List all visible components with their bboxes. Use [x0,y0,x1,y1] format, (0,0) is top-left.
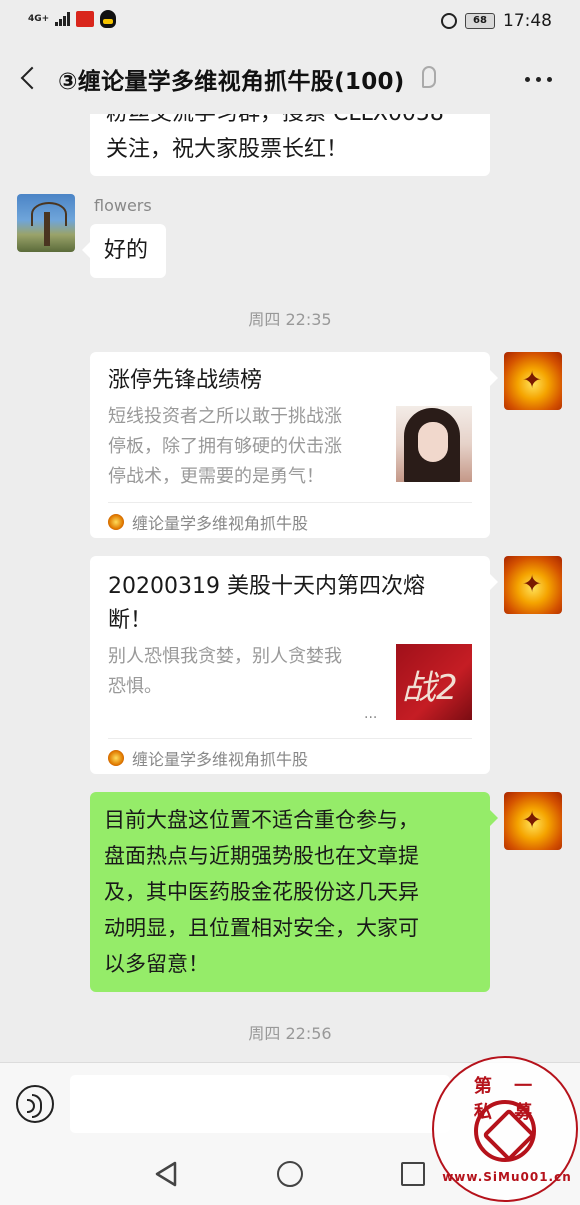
card-description: 别人恐惧我贪婪，别人贪婪我 恐惧。 [108,642,388,702]
account-logo-icon [108,750,124,766]
timestamp: 周四 22:56 [248,1024,332,1043]
bubble-tail [490,370,498,386]
status-left: 4G+ [28,10,117,28]
message-line: 目前大盘这位置不适合重仓参与， [104,808,419,832]
message-bubble[interactable]: 好的 [82,224,166,278]
chat-area[interactable]: 粉丝交流学习群，搜索 CLLX0058 关注，祝大家股票长红！ flowers … [0,114,580,1064]
card-desc-line: 停战术，更需要的是勇气！ [108,466,324,487]
watermark-seal: 第 一 私 募 www.SiMu001.cn [432,1056,578,1202]
voice-input-icon[interactable] [16,1085,54,1123]
card-source: 缠论量学多维视角抓牛股 [108,510,308,534]
card-desc-line: 短线投资者之所以敢于挑战涨 [108,406,342,427]
stock-app-icon [76,11,95,27]
clock: 17:48 [503,11,552,31]
bubble-tail [490,810,498,826]
article-card[interactable]: 20200319 美股十天内第四次熔 断！ 别人恐惧我贪婪，别人贪婪我 恐惧。 … [90,556,498,774]
bubble-tail [82,242,90,258]
earpiece-mode-icon [422,66,436,88]
message-input[interactable] [70,1075,450,1133]
message-line: 动明显，且位置相对安全，大家可 [104,916,419,940]
chat-header: ③缠论量学多维视角抓牛股(100) [0,44,580,114]
avatar-flowers[interactable] [17,194,75,252]
card-desc-line: 恐惧。 [108,676,162,697]
qq-icon [100,10,117,28]
sender-name: flowers [94,196,152,215]
card-source: 缠论量学多维视角抓牛股 [108,746,308,770]
card-ellipsis: ... [364,706,378,722]
message-line: 及，其中医药股金花股份这几天异 [104,880,419,904]
battery-icon: 68 [465,13,495,29]
card-desc-line: 停板，除了拥有够硬的伏击涨 [108,436,342,457]
more-options-icon[interactable] [525,77,552,82]
nav-home-icon[interactable] [277,1161,303,1187]
source-name: 缠论量学多维视角抓牛股 [132,750,309,769]
card-divider [108,738,472,739]
status-bar: 4G+ 68 17:48 [0,0,580,44]
card-divider [108,502,472,503]
signal-icon [55,12,71,26]
nav-recent-apps-icon[interactable] [401,1162,425,1186]
avatar-self[interactable] [504,792,562,850]
nav-back-icon[interactable] [154,1161,178,1187]
source-name: 缠论量学多维视角抓牛股 [132,514,309,533]
message-line: 盘面热点与近期强势股也在文章提 [104,844,419,868]
watermark-url-text: www.SiMu001.cn [442,1170,572,1184]
message-text: 好的 [104,238,149,263]
card-title-line: 20200319 美股十天内第四次熔 [108,574,425,599]
article-card[interactable]: 涨停先锋战绩榜 短线投资者之所以敢于挑战涨 停板，除了拥有够硬的伏击涨 停战术，… [90,352,498,538]
status-right: 68 17:48 [441,11,552,31]
card-desc-line: 别人恐惧我贪婪，别人贪婪我 [108,646,342,667]
card-title: 涨停先锋战绩榜 [108,368,263,393]
message-line: 关注，祝大家股票长红！ [106,137,349,162]
alarm-icon [441,13,457,29]
avatar-self[interactable] [504,556,562,614]
card-thumbnail [396,644,472,720]
timestamp: 周四 22:35 [248,310,332,329]
card-title-line: 断！ [108,608,153,633]
avatar-self[interactable] [504,352,562,410]
message-bubble-sent[interactable]: 目前大盘这位置不适合重仓参与， 盘面热点与近期强势股也在文章提 及，其中医药股金… [90,792,498,992]
watermark-logo-icon [474,1100,536,1162]
bubble-tail [490,574,498,590]
back-arrow-icon[interactable] [18,64,42,94]
card-description: 短线投资者之所以敢于挑战涨 停板，除了拥有够硬的伏击涨 停战术，更需要的是勇气！ [108,402,388,492]
chat-title: ③缠论量学多维视角抓牛股(100) [58,69,405,95]
message-bubble-partial[interactable]: 粉丝交流学习群，搜索 CLLX0058 关注，祝大家股票长红！ [90,114,490,176]
account-logo-icon [108,514,124,530]
card-title: 20200319 美股十天内第四次熔 断！ [108,570,478,638]
message-line: 以多留意！ [104,952,209,976]
message-line: 粉丝交流学习群，搜索 CLLX0058 [106,114,474,132]
network-indicator: 4G+ [28,13,50,24]
card-thumbnail [396,406,472,482]
